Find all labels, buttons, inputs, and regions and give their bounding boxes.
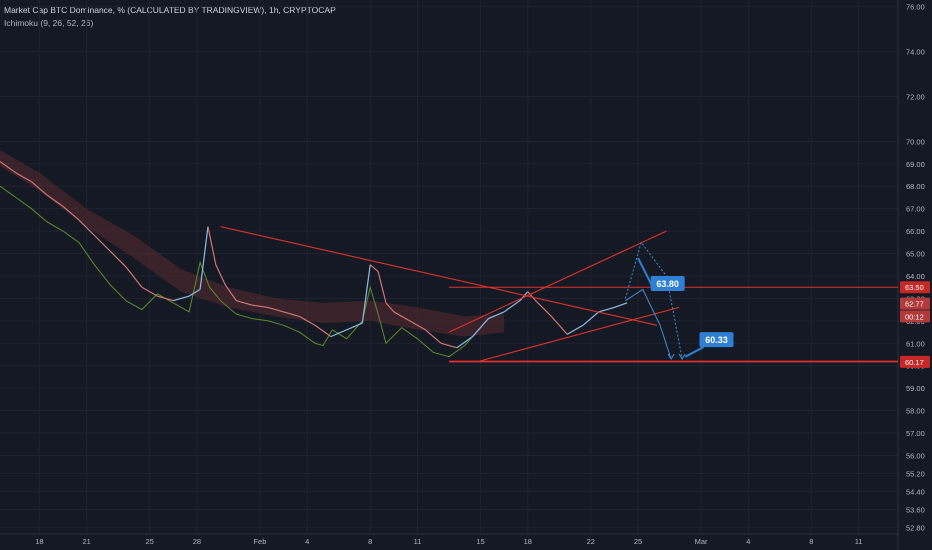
y-tick-label: 69.00 [906,160,925,169]
y-tick-label: 66.00 [906,227,925,236]
x-tick-label: 21 [82,537,90,546]
y-tick-label: 57.00 [906,429,925,438]
x-tick-label: 4 [746,537,750,546]
y-tick-label: 64.00 [906,272,925,281]
x-tick-label: 18 [35,537,43,546]
y-tick-label: 65.00 [906,250,925,259]
x-tick-label: 8 [368,537,372,546]
x-tick-label: 22 [587,537,595,546]
y-tick-label: 67.00 [906,205,925,214]
x-tick-label: 25 [145,537,153,546]
x-tick-label: Mar [695,537,708,546]
y-tick-label: 59.00 [906,384,925,393]
x-tick-label: 4 [305,537,309,546]
arrow-head-icon [667,353,675,360]
x-tick-label: 11 [855,537,863,546]
price-badge-label: 62.77 [905,300,924,309]
price-badge-label: 00:12 [905,312,924,321]
arrow-head-icon [678,353,686,360]
trendline[interactable] [448,230,667,333]
price-chart[interactable]: 63.80 60.33 76.00 74.00 72.00 70.00 69.00 68.00… [0,0,932,550]
forecast-path[interactable] [625,288,672,360]
y-tick-label: 74.00 [906,48,925,57]
x-tick-label: 25 [634,537,642,546]
x-tick-label: 28 [193,537,201,546]
price-badge-label: 63.50 [905,283,924,292]
y-tick-label: 70.00 [906,137,925,146]
trendline[interactable] [478,306,680,362]
y-tick-label: 52.80 [906,523,925,532]
price-badge-label: 60.17 [905,358,924,367]
y-tick-label: 72.00 [906,92,925,101]
x-tick-label: 11 [414,537,422,546]
x-tick-label: 15 [476,537,484,546]
y-tick-label: 61.00 [906,339,925,348]
y-tick-label: 55.20 [906,469,925,478]
x-tick-label: 18 [524,537,532,546]
x-tick-label: Feb [253,537,266,546]
y-tick-label: 53.60 [906,505,925,514]
x-tick-label: 8 [809,537,813,546]
y-tick-label: 58.00 [906,407,925,416]
callout-label: 63.80 [656,279,679,289]
forecast-path[interactable] [624,241,683,360]
y-tick-label: 56.00 [906,451,925,460]
ichimoku-cloud [0,150,505,337]
y-tick-label: 68.00 [906,182,925,191]
y-tick-label: 54.40 [906,487,925,496]
callout-label: 60.33 [705,335,728,345]
y-tick-label: 76.00 [906,3,925,12]
